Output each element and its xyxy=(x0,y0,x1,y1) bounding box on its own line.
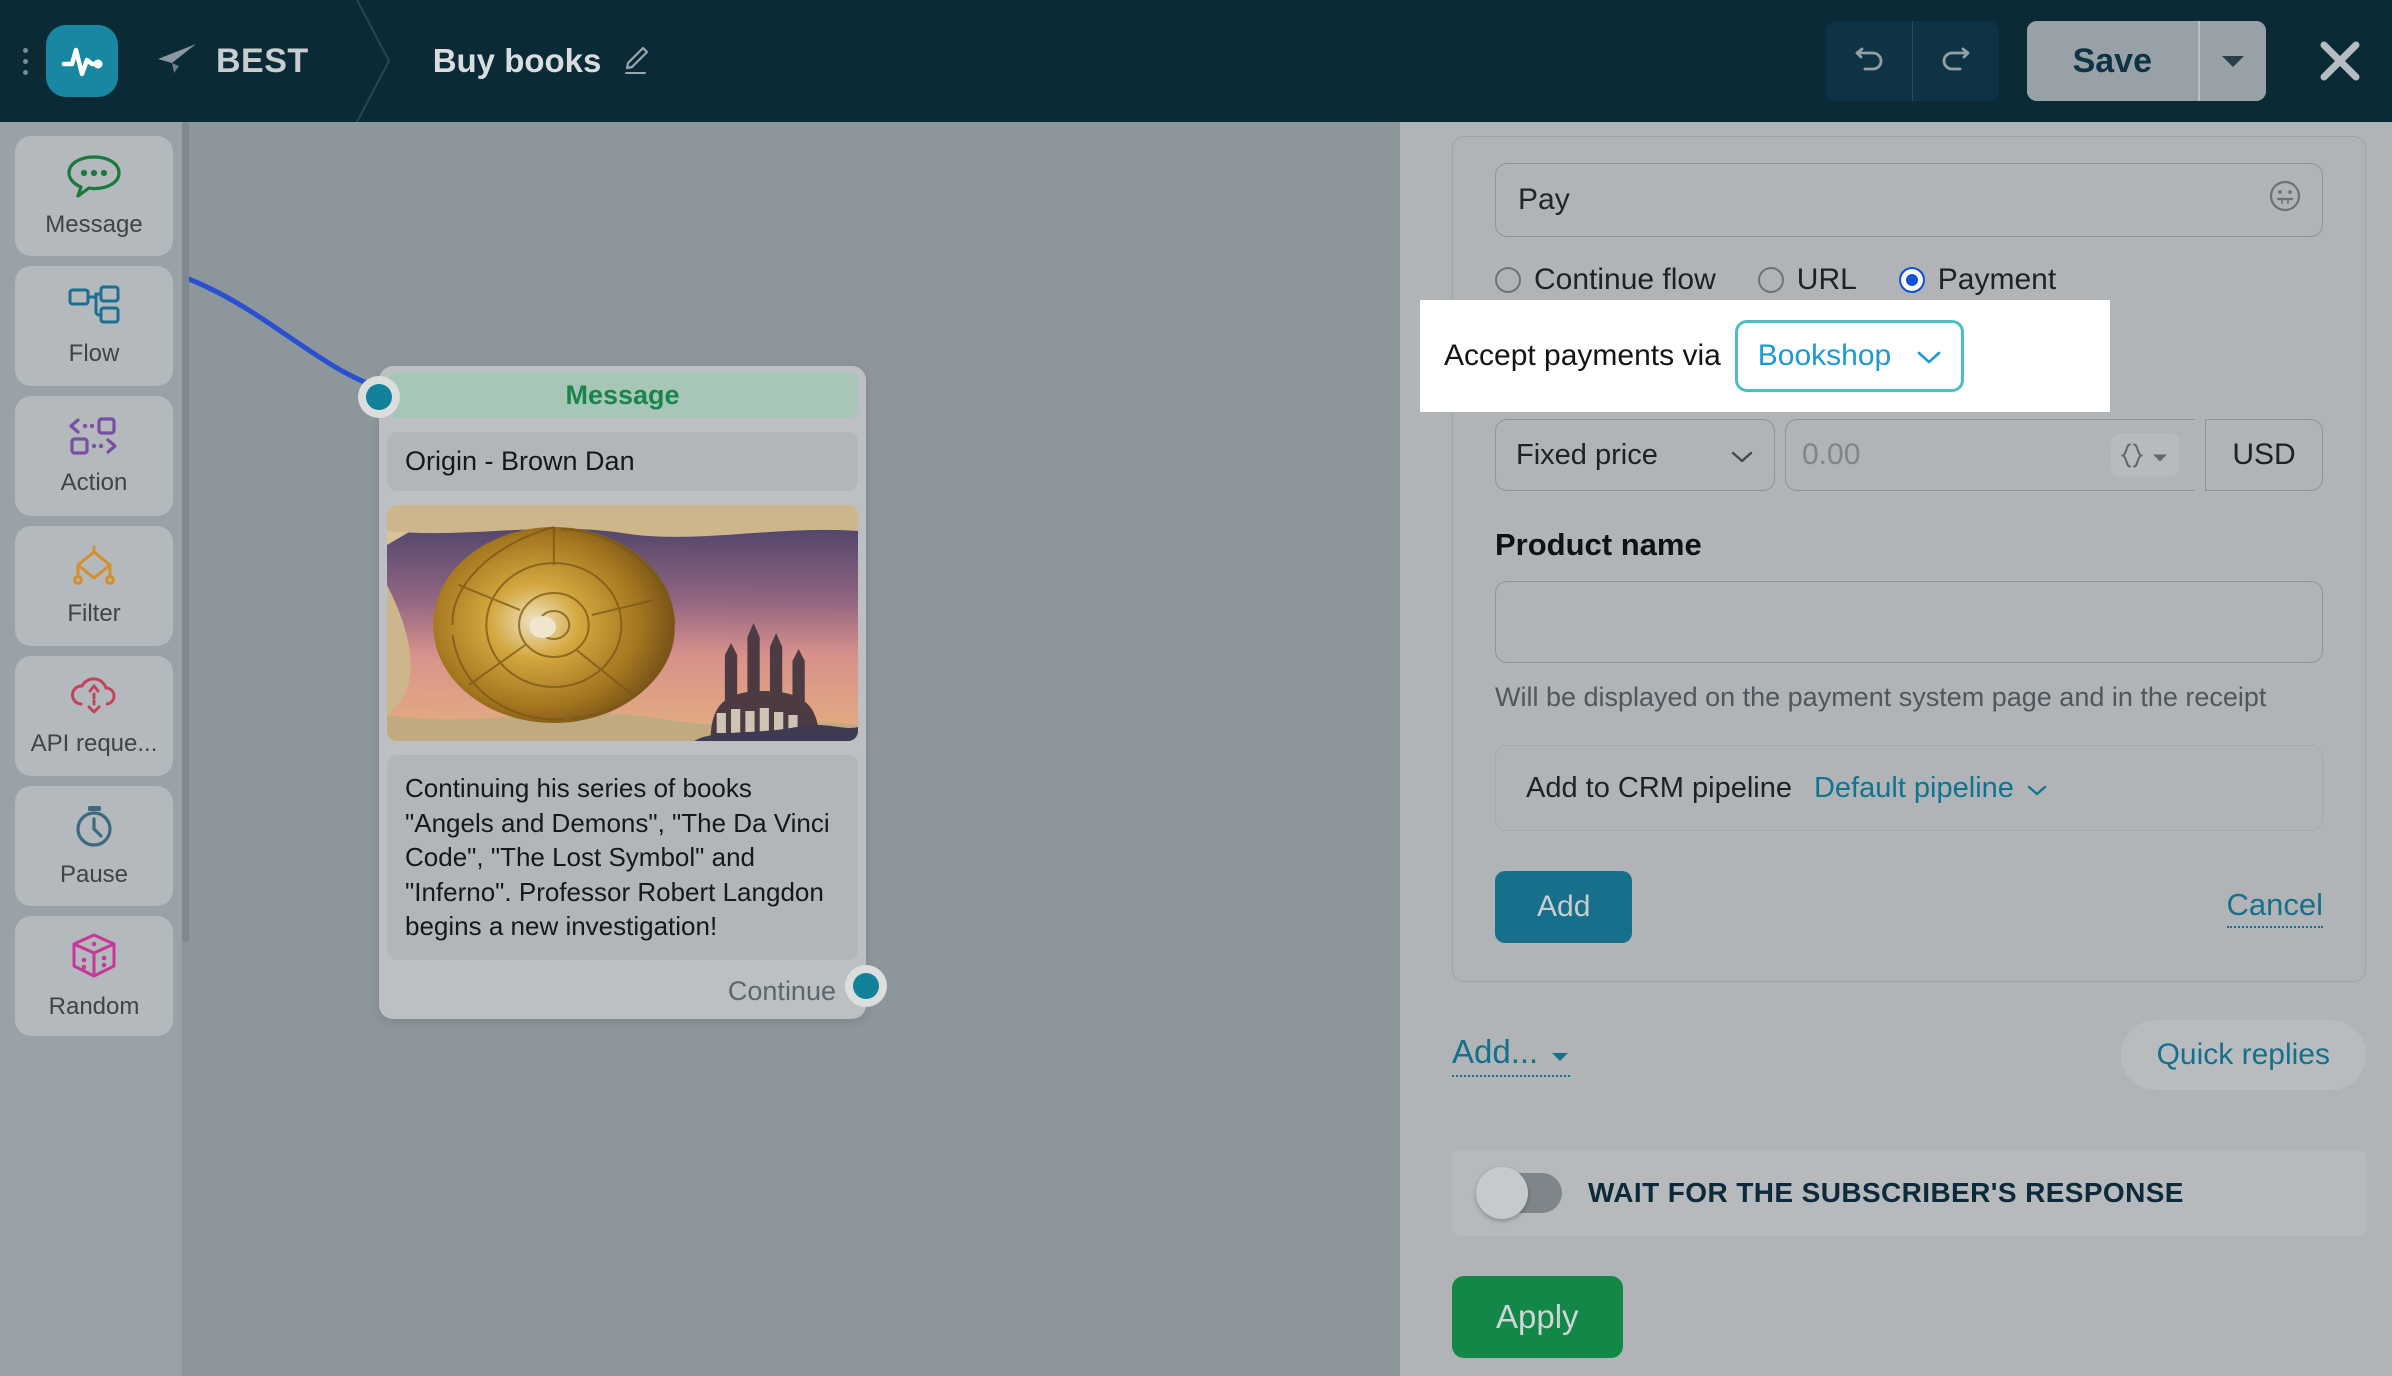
price-amount-placeholder: 0.00 xyxy=(1802,438,1861,471)
node-output-port[interactable] xyxy=(845,964,887,1007)
pulse-logo-icon[interactable] xyxy=(46,25,118,97)
cloud-api-icon xyxy=(65,674,123,723)
curly-braces-icon[interactable] xyxy=(2111,433,2179,477)
radio-label: Continue flow xyxy=(1534,263,1716,296)
sidebar-item-pause[interactable]: Pause xyxy=(15,786,173,906)
flow-nodes-icon xyxy=(65,284,123,333)
wait-for-response-row: WAIT FOR THE SUBSCRIBER'S RESPONSE xyxy=(1452,1150,2366,1237)
undo-redo-group xyxy=(1825,21,1999,101)
price-mode-value: Fixed price xyxy=(1516,438,1658,471)
sidebar-item-label: Flow xyxy=(68,340,120,367)
sidebar-item-label: API reque... xyxy=(30,730,158,757)
add-more-dropdown[interactable]: Add... xyxy=(1452,1033,1571,1078)
sidebar-item-label: Pause xyxy=(59,861,129,888)
radio-continue-flow[interactable]: Continue flow xyxy=(1495,263,1716,297)
redo-arrow-icon[interactable] xyxy=(1913,21,1999,101)
add-button[interactable]: Add xyxy=(1495,871,1633,944)
accept-payments-via-label: Accept payments via xyxy=(1444,339,1721,372)
cancel-link[interactable]: Cancel xyxy=(2226,887,2323,928)
radio-label: URL xyxy=(1796,263,1857,296)
wait-for-response-label: WAIT FOR THE SUBSCRIBER'S RESPONSE xyxy=(1588,1177,2184,1209)
payment-provider-select[interactable]: Bookshop xyxy=(1734,320,1965,392)
sidebar-item-flow[interactable]: Flow xyxy=(15,266,173,386)
node-body-text: Continuing his series of books "Angels a… xyxy=(387,755,858,960)
product-name-title: Product name xyxy=(1495,527,1702,562)
currency-select[interactable]: USD xyxy=(2205,419,2323,491)
crm-pipeline-select[interactable]: Default pipeline xyxy=(1814,772,2048,805)
workspace-name: BEST xyxy=(216,41,309,80)
kebab-menu-icon[interactable] xyxy=(8,41,42,81)
sidebar-item-label: Random xyxy=(48,993,140,1020)
page-title: Buy books xyxy=(432,42,602,79)
quick-replies-button[interactable]: Quick replies xyxy=(2120,1020,2366,1091)
node-image xyxy=(387,505,858,741)
telegram-plane-icon xyxy=(156,42,198,81)
save-button[interactable]: Save xyxy=(2026,21,2198,101)
node-header-label: Message xyxy=(565,379,680,410)
sidebar-item-message[interactable]: Message xyxy=(15,136,173,256)
chat-bubble-icon xyxy=(65,153,123,204)
flow-canvas[interactable]: Message Origin - Brown Dan Continuing hi… xyxy=(189,122,1400,1376)
accept-payments-via-highlight: Accept payments via Bookshop xyxy=(1420,300,2110,412)
undo-arrow-icon[interactable] xyxy=(1826,21,1912,101)
chevron-down-icon xyxy=(2026,772,2048,805)
crm-pipeline-row: Add to CRM pipeline Default pipeline xyxy=(1495,745,2323,832)
sidebar-item-label: Action xyxy=(60,469,128,496)
node-input-port[interactable] xyxy=(358,376,400,418)
button-text-input[interactable]: Pay xyxy=(1495,163,2323,237)
smiley-icon[interactable] xyxy=(2268,179,2302,221)
sidebar-item-label: Filter xyxy=(67,600,121,627)
card-actions: Add Cancel xyxy=(1495,871,2323,944)
sidebar-item-random[interactable]: Random xyxy=(15,916,173,1036)
price-row: Fixed price 0.00 USD xyxy=(1495,419,2323,491)
sidebar-item-action[interactable]: Action xyxy=(15,396,173,516)
breadcrumb-separator xyxy=(343,0,399,122)
price-mode-select[interactable]: Fixed price xyxy=(1495,419,1775,491)
left-sidebar: Message Flow Action Filter API reque... … xyxy=(0,122,188,1376)
filter-diamond-icon xyxy=(65,544,123,593)
action-arrows-icon xyxy=(65,415,123,462)
radio-payment[interactable]: Payment xyxy=(1898,263,2057,297)
panel-footer-actions: Add... Quick replies xyxy=(1452,1020,2366,1091)
dice-cube-icon xyxy=(66,931,122,986)
top-bar-actions: Save xyxy=(1825,0,2370,122)
button-type-radio-group: Continue flow URL Payment xyxy=(1495,263,2323,297)
payment-button-card: Pay Continue flow URL Payment Fixed pric… xyxy=(1452,136,2366,983)
radio-dot-selected xyxy=(1898,267,1925,293)
message-node[interactable]: Message Origin - Brown Dan Continuing hi… xyxy=(358,366,887,1019)
add-more-label: Add... xyxy=(1452,1033,1539,1071)
wait-for-response-toggle[interactable] xyxy=(1476,1167,1562,1220)
radio-dot xyxy=(1495,267,1521,293)
sidebar-item-api-request[interactable]: API reque... xyxy=(15,656,173,776)
node-subtitle: Origin - Brown Dan xyxy=(387,432,858,491)
radio-label: Payment xyxy=(1937,263,2057,296)
product-name-hint: Will be displayed on the payment system … xyxy=(1495,682,2267,712)
sidebar-item-filter[interactable]: Filter xyxy=(15,526,173,646)
radio-url[interactable]: URL xyxy=(1757,263,1857,297)
stopwatch-icon xyxy=(67,803,121,854)
apply-button[interactable]: Apply xyxy=(1452,1276,1623,1359)
node-continue-label: Continue xyxy=(727,975,836,1006)
caret-down-icon xyxy=(2151,440,2169,471)
node-header: Message xyxy=(387,372,858,418)
top-bar: BEST Buy books Save xyxy=(0,0,2392,122)
price-amount-input[interactable]: 0.00 xyxy=(1785,419,2195,491)
crm-pipeline-label: Add to CRM pipeline xyxy=(1526,771,1792,804)
product-name-input[interactable] xyxy=(1495,581,2323,663)
sidebar-item-label: Message xyxy=(45,211,143,238)
save-dropdown-caret-icon[interactable] xyxy=(2200,21,2266,101)
caret-down-icon xyxy=(1550,1033,1570,1071)
chevron-down-icon xyxy=(1730,439,1754,472)
save-group: Save xyxy=(2026,21,2266,101)
radio-dot xyxy=(1757,267,1784,293)
button-text-value: Pay xyxy=(1518,183,1570,216)
payment-provider-value: Bookshop xyxy=(1757,339,1892,372)
sidebar-scrollbar[interactable] xyxy=(182,122,189,1376)
pencil-icon[interactable] xyxy=(621,45,651,77)
crm-pipeline-value: Default pipeline xyxy=(1813,771,2014,804)
chevron-down-icon xyxy=(1915,339,1943,373)
workspace-breadcrumb[interactable]: BEST xyxy=(156,42,309,81)
close-x-icon[interactable] xyxy=(2310,31,2370,91)
